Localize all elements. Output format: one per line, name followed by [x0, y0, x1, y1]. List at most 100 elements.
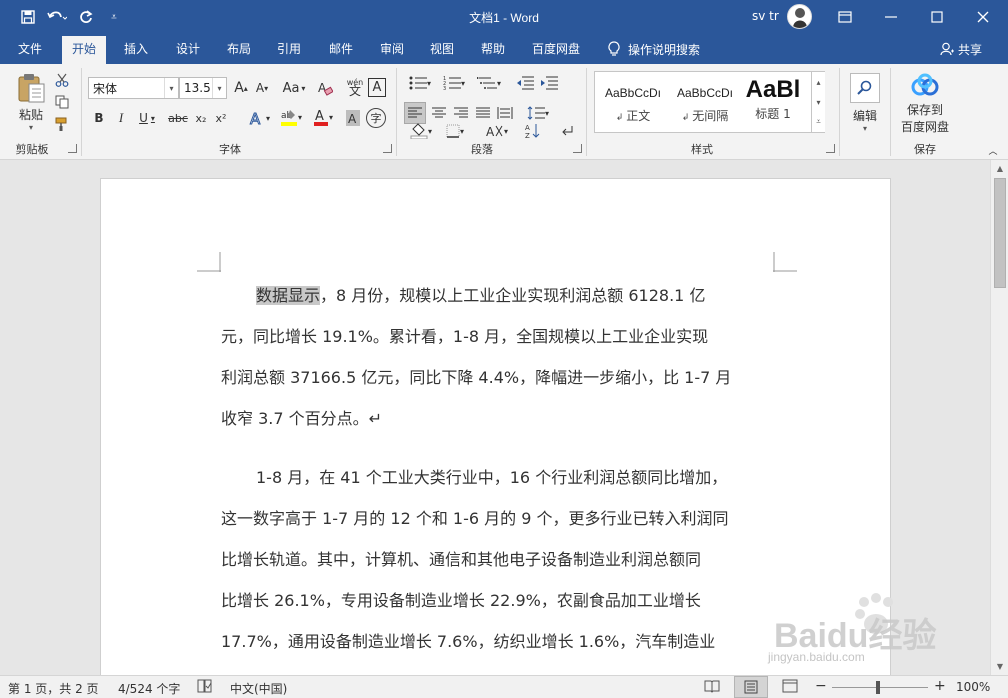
tell-me-search[interactable]: 操作说明搜索 [608, 34, 700, 64]
style-normal[interactable]: AaBbCcDı ↲ 正文 [597, 72, 669, 132]
document-area[interactable]: 数据显示，8 月份，规模以上工业企业实现利润总额 6128.1 亿 元，同比增长… [0, 160, 990, 675]
tab-layout[interactable]: 布局 [217, 34, 261, 64]
tab-help[interactable]: 帮助 [471, 34, 515, 64]
gallery-scroll-up-icon[interactable]: ▴ [811, 72, 825, 92]
change-case-button[interactable]: Aa ▾ [280, 78, 308, 98]
zoom-in-icon[interactable]: + [934, 678, 946, 694]
document-page[interactable]: 数据显示，8 月份，规模以上工业企业实现利润总额 6128.1 亿 元，同比增长… [100, 178, 891, 675]
borders-icon [446, 124, 460, 138]
font-size-box[interactable]: 13.5 ▾ [179, 77, 227, 99]
proofing-icon[interactable] [197, 679, 213, 696]
maximize-button[interactable] [914, 0, 960, 34]
scroll-thumb[interactable] [994, 178, 1006, 288]
style-no-spacing[interactable]: AaBbCcDı ↲ 无间隔 [669, 72, 741, 132]
tab-mailings[interactable]: 邮件 [319, 34, 363, 64]
user-name[interactable]: sv tr [752, 9, 779, 23]
shrink-font-button[interactable]: A ▾ [252, 78, 272, 98]
clear-formatting-icon[interactable]: A [314, 78, 336, 98]
styles-launcher-icon[interactable] [826, 144, 835, 153]
multilevel-list-button[interactable]: ▾ [472, 72, 506, 94]
subscript-button[interactable]: x₂ [192, 108, 210, 128]
gallery-more-icon[interactable]: ⩡ [811, 112, 825, 132]
ribbon-tabs: 文件 开始 插入 设计 布局 引用 邮件 审阅 视图 帮助 百度网盘 操作说明搜… [0, 34, 1008, 64]
save-icon[interactable] [14, 0, 42, 34]
superscript-button[interactable]: x² [212, 108, 230, 128]
redo-icon[interactable] [72, 0, 100, 34]
character-shading-button[interactable]: A [344, 108, 362, 128]
enclose-characters-button[interactable]: 字 [366, 108, 386, 128]
paragraph-2[interactable]: 1-8 月，在 41 个工业大类行业中，16 个行业利润总额同比增加， 这一数字… [221, 457, 781, 662]
shading-button[interactable]: ▾ [404, 120, 438, 142]
grow-font-button[interactable]: A ▴ [231, 78, 251, 98]
vertical-scrollbar[interactable]: ▲ ▼ [990, 160, 1008, 675]
tab-file[interactable]: 文件 [8, 34, 52, 64]
scroll-down-icon[interactable]: ▼ [991, 658, 1008, 674]
zoom-level[interactable]: 100% [956, 680, 990, 694]
undo-icon[interactable] [42, 0, 72, 34]
zoom-slider[interactable] [832, 687, 928, 688]
show-marks-icon[interactable] [556, 120, 578, 142]
read-mode-icon[interactable] [704, 679, 720, 696]
numbering-button[interactable]: 1 2 3 ▾ [438, 72, 470, 94]
text-line: 17.7%，通用设备制造业增长 7.6%，纺织业增长 1.6%，汽车制造业 [221, 632, 716, 651]
chinese-layout-button[interactable]: A ▾ [480, 120, 514, 142]
text-effects-button[interactable]: A ▾ [244, 108, 274, 128]
gallery-scroll-down-icon[interactable]: ▾ [811, 92, 825, 112]
line-spacing-icon [527, 106, 545, 120]
bold-button[interactable]: B [90, 108, 108, 128]
phonetic-guide-button[interactable]: wén 文 [345, 76, 365, 98]
share-button[interactable]: 共享 [940, 34, 982, 64]
font-name-dropdown-icon[interactable]: ▾ [164, 78, 178, 98]
paragraph-launcher-icon[interactable] [573, 144, 582, 153]
character-border-button[interactable]: A [368, 78, 386, 97]
paragraph-1[interactable]: 数据显示，8 月份，规模以上工业企业实现利润总额 6128.1 亿 元，同比增长… [221, 275, 781, 439]
paste-dropdown-icon[interactable]: ▾ [29, 123, 33, 132]
page-count[interactable]: 第 1 页，共 2 页 [8, 680, 99, 697]
collapse-ribbon-icon[interactable]: ︿ [986, 144, 1000, 157]
paste-button[interactable]: 粘贴 ▾ [10, 70, 52, 134]
font-color-button[interactable]: A ▾ [309, 106, 337, 128]
bullets-icon [409, 76, 427, 90]
tab-baidu-netdisk[interactable]: 百度网盘 [522, 34, 590, 64]
highlight-button[interactable]: ab ▾ [276, 106, 306, 128]
style-heading-1[interactable]: AaBl 标题 1 [741, 72, 805, 132]
bullets-button[interactable]: ▾ [404, 72, 436, 94]
zoom-slider-thumb[interactable] [876, 681, 880, 694]
chinese-layout-icon: A [486, 125, 503, 138]
clipboard-launcher-icon[interactable] [68, 144, 77, 153]
tab-design[interactable]: 设计 [166, 34, 210, 64]
decrease-indent-icon[interactable] [514, 72, 536, 94]
word-count[interactable]: 4/524 个字 [118, 680, 180, 697]
zoom-out-icon[interactable]: − [815, 678, 827, 694]
tab-home[interactable]: 开始 [62, 36, 107, 64]
format-painter-icon[interactable] [52, 114, 72, 134]
customize-qat-icon[interactable]: ⩡ [100, 0, 128, 34]
web-layout-icon[interactable] [782, 679, 798, 696]
font-size-dropdown-icon[interactable]: ▾ [212, 78, 226, 98]
underline-button[interactable]: U ▾ [134, 108, 160, 128]
tab-insert[interactable]: 插入 [114, 34, 158, 64]
text-effects-icon: A [249, 110, 261, 126]
editing-button[interactable]: 编辑 ▾ [846, 70, 884, 136]
scroll-up-icon[interactable]: ▲ [991, 160, 1008, 176]
save-to-baidu-button[interactable]: 保存到 百度网盘 [896, 70, 954, 138]
font-launcher-icon[interactable] [383, 144, 392, 153]
ribbon-display-options-icon[interactable] [822, 0, 868, 34]
tab-review[interactable]: 审阅 [370, 34, 414, 64]
copy-icon[interactable] [52, 92, 72, 112]
close-button[interactable] [960, 0, 1006, 34]
tab-view[interactable]: 视图 [420, 34, 464, 64]
tab-references[interactable]: 引用 [267, 34, 311, 64]
print-layout-icon[interactable] [734, 676, 768, 698]
sort-icon[interactable]: AZ [522, 120, 544, 142]
italic-button[interactable]: I [112, 108, 130, 128]
language-indicator[interactable]: 中文(中国) [230, 680, 287, 697]
strikethrough-button[interactable]: abc [166, 108, 190, 128]
font-name-box[interactable]: 宋体 ▾ [88, 77, 179, 99]
avatar[interactable] [787, 4, 812, 29]
minimize-button[interactable] [868, 0, 914, 34]
increase-indent-icon[interactable] [538, 72, 560, 94]
cut-icon[interactable] [52, 70, 72, 90]
borders-button[interactable]: ▾ [440, 120, 470, 142]
styles-gallery[interactable]: AaBbCcDı ↲ 正文 AaBbCcDı ↲ 无间隔 AaBl 标题 1 ▴… [594, 71, 825, 133]
